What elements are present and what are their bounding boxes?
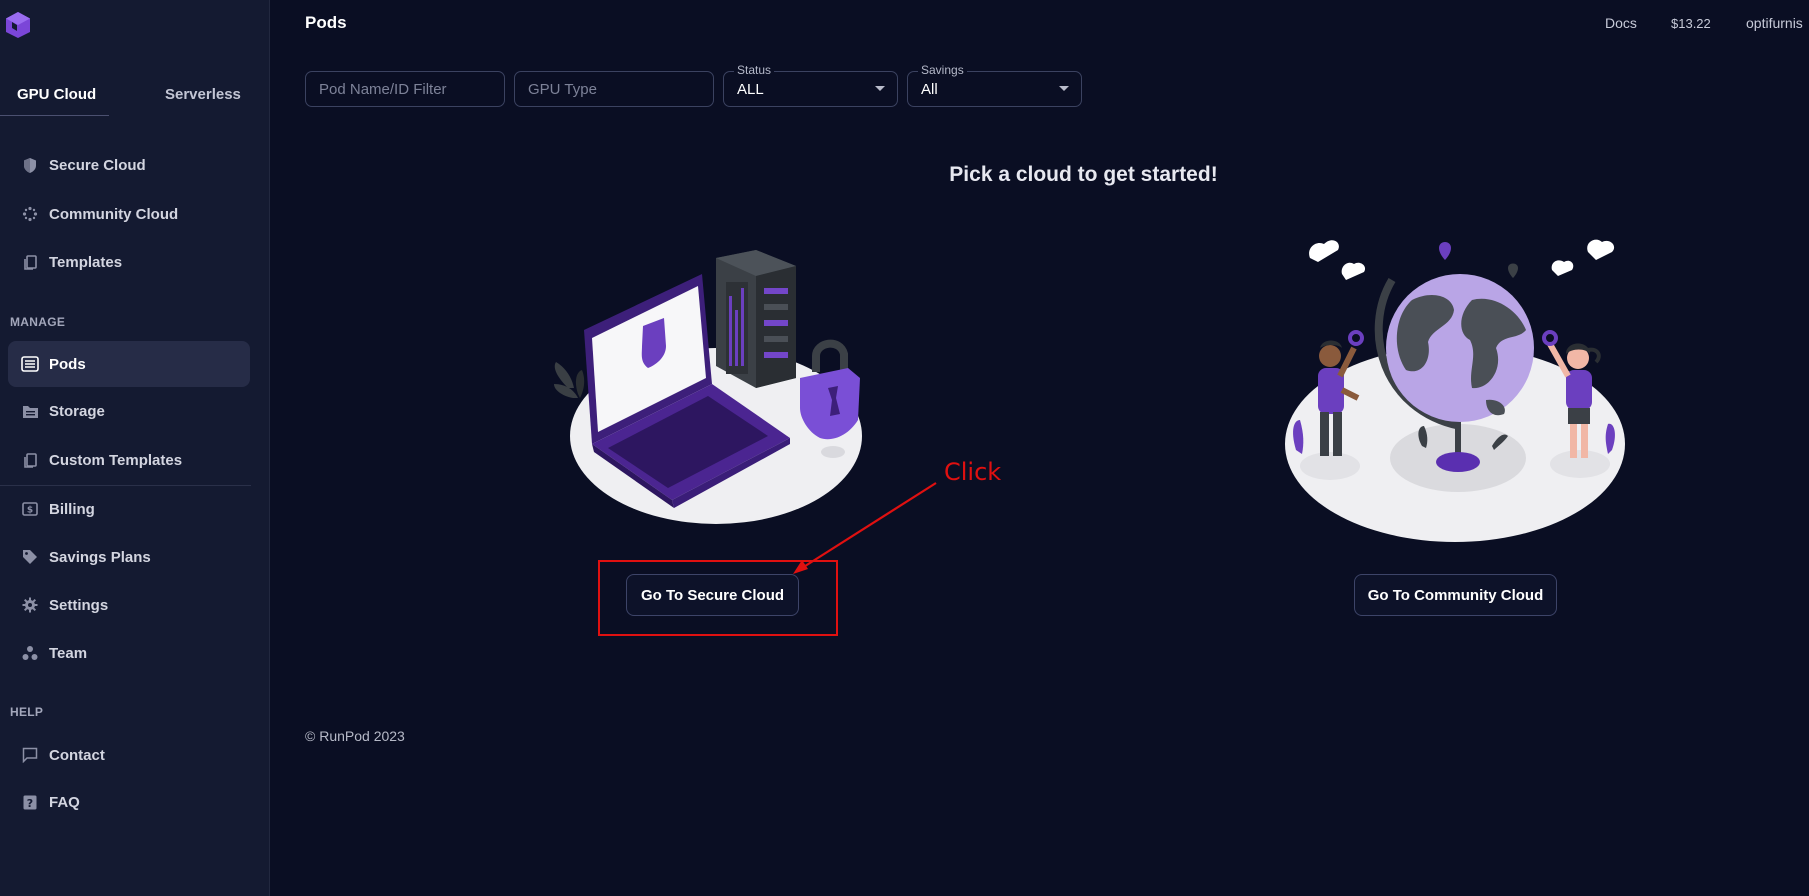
team-icon	[21, 644, 39, 662]
section-label-manage: MANAGE	[10, 315, 66, 329]
question-icon: ?	[21, 793, 39, 811]
chevron-down-icon	[875, 86, 885, 91]
sidebar: GPU Cloud Serverless Secure Cloud Commun…	[0, 0, 270, 896]
chevron-down-icon	[1059, 86, 1069, 91]
page-title: Pods	[305, 13, 347, 32]
sidebar-item-label: Billing	[49, 500, 95, 518]
svg-text:?: ?	[27, 797, 33, 810]
community-cloud-illustration	[1285, 239, 1625, 542]
section-label-help: HELP	[10, 705, 44, 719]
sidebar-item-savings-plans[interactable]: Savings Plans	[8, 535, 250, 579]
sidebar-item-billing[interactable]: $ Billing	[8, 487, 250, 531]
sidebar-item-label: Pods	[49, 355, 86, 373]
active-tab-underline	[0, 115, 109, 116]
footer-copyright: © RunPod 2023	[305, 728, 405, 744]
sidebar-item-templates[interactable]: Templates	[8, 240, 250, 284]
sidebar-item-settings[interactable]: Settings	[8, 583, 250, 627]
sidebar-item-label: Community Cloud	[49, 205, 179, 223]
community-icon	[21, 205, 39, 223]
savings-select-label: Savings	[918, 63, 967, 77]
tab-serverless[interactable]: Serverless	[165, 86, 241, 103]
dollar-icon: $	[21, 500, 39, 518]
sidebar-item-team[interactable]: Team	[8, 631, 250, 675]
sidebar-item-label: Settings	[49, 596, 109, 614]
sidebar-item-label: Team	[49, 644, 88, 662]
sidebar-item-pods[interactable]: Pods	[8, 341, 250, 387]
docs-link[interactable]: Docs	[1605, 15, 1637, 31]
headline-wrap: Pick a cloud to get started!	[0, 163, 1809, 187]
headline: Pick a cloud to get started!	[949, 163, 1218, 186]
sidebar-item-custom-templates[interactable]: Custom Templates	[8, 438, 250, 482]
tab-gpu-cloud[interactable]: GPU Cloud	[17, 86, 96, 103]
sidebar-item-contact[interactable]: Contact	[8, 733, 250, 777]
sidebar-item-faq[interactable]: ? FAQ	[8, 780, 250, 824]
sidebar-item-label: Custom Templates	[49, 451, 183, 469]
savings-select[interactable]: Savings All	[907, 63, 1082, 107]
annotation-label: Click	[944, 458, 1002, 486]
folder-icon	[21, 402, 39, 420]
user-menu[interactable]: optifurnis	[1746, 15, 1803, 31]
sidebar-item-label: Templates	[49, 253, 123, 271]
sidebar-item-label: FAQ	[49, 793, 80, 811]
chat-icon	[21, 746, 39, 764]
pod-name-filter-field	[305, 71, 505, 107]
svg-text:$: $	[27, 506, 33, 516]
sidebar-item-label: Storage	[49, 402, 105, 420]
divider	[0, 485, 251, 486]
tag-icon	[21, 548, 39, 566]
status-select[interactable]: Status ALL	[723, 63, 898, 107]
copy-icon	[21, 253, 39, 271]
sidebar-item-label: Contact	[49, 746, 105, 764]
sidebar-item-community-cloud[interactable]: Community Cloud	[8, 192, 250, 236]
list-icon	[21, 355, 39, 373]
gpu-type-field	[514, 71, 714, 107]
sidebar-item-storage[interactable]: Storage	[8, 389, 250, 433]
gear-icon	[21, 596, 39, 614]
runpod-logo-icon[interactable]	[5, 11, 31, 39]
copy-icon	[21, 451, 39, 469]
annotation-arrow-icon	[793, 482, 937, 574]
gpu-type-input[interactable]	[515, 72, 713, 106]
sidebar-item-label: Savings Plans	[49, 548, 151, 566]
go-to-community-cloud-button[interactable]: Go To Community Cloud	[1354, 574, 1557, 616]
cloud-type-tabs: GPU Cloud Serverless	[0, 70, 269, 116]
status-select-label: Status	[734, 63, 775, 77]
balance-display[interactable]: $13.22	[1671, 16, 1711, 31]
status-select-value: ALL	[737, 81, 764, 98]
pod-name-filter-input[interactable]	[306, 72, 504, 106]
savings-select-value: All	[921, 81, 938, 98]
